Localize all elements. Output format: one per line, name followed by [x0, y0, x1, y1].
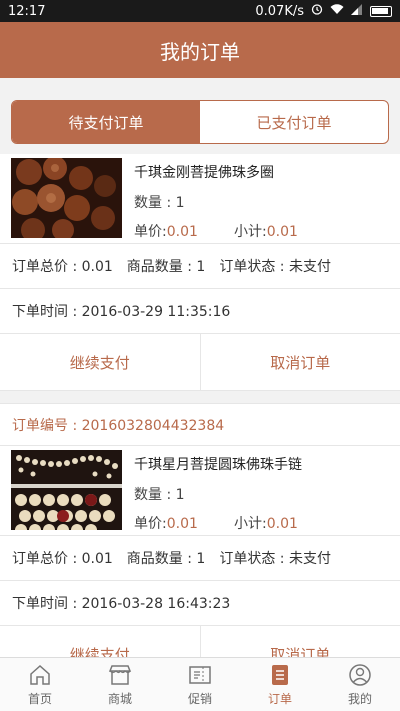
order-tabs: 待支付订单 已支付订单: [11, 100, 389, 144]
header: 我的订单: [0, 22, 400, 78]
product-quantity: 数量 : 1: [134, 487, 185, 503]
product-row[interactable]: 千琪星月菩提圆珠佛珠手链 数量 : 1 单价:0.01 小计:0.01: [0, 446, 400, 536]
subtotal-value: 0.01: [266, 224, 298, 240]
subtotal-label: 小计:: [234, 224, 267, 240]
order-summary: 订单总价 : 0.01 商品数量 : 1 订单状态 : 未支付: [0, 536, 400, 581]
tab-paid-label: 已支付订单: [256, 113, 332, 132]
subtotal-value: 0.01: [266, 516, 298, 532]
product-quantity: 数量 : 1: [134, 195, 185, 211]
product-name: 千琪金刚菩提佛珠多圈: [134, 165, 274, 181]
cancel-order-button[interactable]: 取消订单: [199, 626, 400, 657]
order-list[interactable]: 千琪金刚菩提佛珠多圈 数量 : 1 单价:0.01 小计:0.01 订单总价 :…: [0, 154, 400, 657]
product-name: 千琪星月菩提圆珠佛珠手链: [134, 457, 302, 473]
nav-profile-label: 我的: [347, 692, 372, 706]
order-summary: 订单总价 : 0.01 商品数量 : 1 订单状态 : 未支付: [0, 244, 400, 289]
unit-price: 单价:0.01: [134, 513, 198, 533]
page-title: 我的订单: [160, 39, 240, 64]
order-total: 订单总价 : 0.01: [12, 551, 113, 567]
coupon-icon: [189, 666, 211, 684]
card-divider: [0, 390, 400, 404]
product-row[interactable]: 千琪金刚菩提佛珠多圈 数量 : 1 单价:0.01 小计:0.01: [0, 154, 400, 244]
unit-price-label: 单价:: [134, 224, 167, 240]
order-card: 千琪金刚菩提佛珠多圈 数量 : 1 单价:0.01 小计:0.01 订单总价 :…: [0, 154, 400, 390]
cancel-order-button[interactable]: 取消订单: [199, 334, 400, 390]
nav-store[interactable]: 商城: [80, 658, 160, 711]
network-speed: 0.07K/s: [255, 3, 304, 19]
alarm-icon: [311, 3, 323, 19]
nav-home[interactable]: 首页: [0, 658, 80, 711]
store-icon: [108, 665, 132, 685]
order-card: 订单编号 : 2016032804432384 千琪星月菩提圆珠佛珠手链 数量 …: [0, 404, 400, 657]
nav-home-label: 首页: [27, 692, 52, 706]
signal-icon: [351, 3, 363, 19]
unit-price-label: 单价:: [134, 516, 167, 532]
nav-orders[interactable]: 订单: [240, 658, 320, 711]
subtotal: 小计:0.01: [234, 513, 298, 533]
product-image: [11, 158, 122, 238]
item-count: 商品数量 : 1: [126, 259, 206, 275]
unit-price-value: 0.01: [166, 516, 198, 532]
status-time: 12:17: [8, 3, 46, 19]
nav-profile[interactable]: 我的: [320, 658, 400, 711]
nav-promo-label: 促销: [187, 692, 212, 706]
subtotal-label: 小计:: [234, 516, 267, 532]
status-icons: 0.07K/s: [255, 3, 392, 19]
product-image: [11, 450, 122, 530]
tab-unpaid-label: 待支付订单: [68, 113, 144, 132]
order-time: 下单时间 : 2016-03-28 16:43:23: [0, 581, 400, 626]
profile-icon: [349, 664, 371, 686]
subtotal: 小计:0.01: [234, 221, 298, 241]
battery-icon: [370, 5, 392, 17]
order-actions: 继续支付 取消订单: [0, 626, 400, 657]
nav-store-label: 商城: [107, 692, 132, 706]
order-number: 订单编号 : 2016032804432384: [0, 404, 400, 446]
order-time: 下单时间 : 2016-03-29 11:35:16: [0, 289, 400, 334]
nav-orders-label: 订单: [267, 692, 292, 706]
continue-pay-button[interactable]: 继续支付: [0, 334, 200, 390]
order-status: 订单状态 : 未支付: [219, 259, 331, 275]
item-count: 商品数量 : 1: [126, 551, 206, 567]
order-icon: [272, 665, 288, 685]
nav-promo[interactable]: 促销: [160, 658, 240, 711]
tab-paid[interactable]: 已支付订单: [200, 101, 388, 143]
wifi-icon: [330, 3, 344, 19]
bottom-nav: 首页 商城 促销 订单 我的: [0, 657, 400, 711]
tabs-area: 待支付订单 已支付订单: [0, 78, 400, 154]
home-icon: [30, 664, 50, 685]
unit-price-value: 0.01: [166, 224, 198, 240]
order-total: 订单总价 : 0.01: [12, 259, 113, 275]
continue-pay-button[interactable]: 继续支付: [0, 626, 200, 658]
order-status: 订单状态 : 未支付: [219, 551, 331, 567]
order-actions: 继续支付 取消订单: [0, 334, 400, 390]
tab-unpaid[interactable]: 待支付订单: [12, 101, 200, 143]
status-bar: 12:17 0.07K/s: [0, 0, 400, 22]
unit-price: 单价:0.01: [134, 221, 198, 241]
